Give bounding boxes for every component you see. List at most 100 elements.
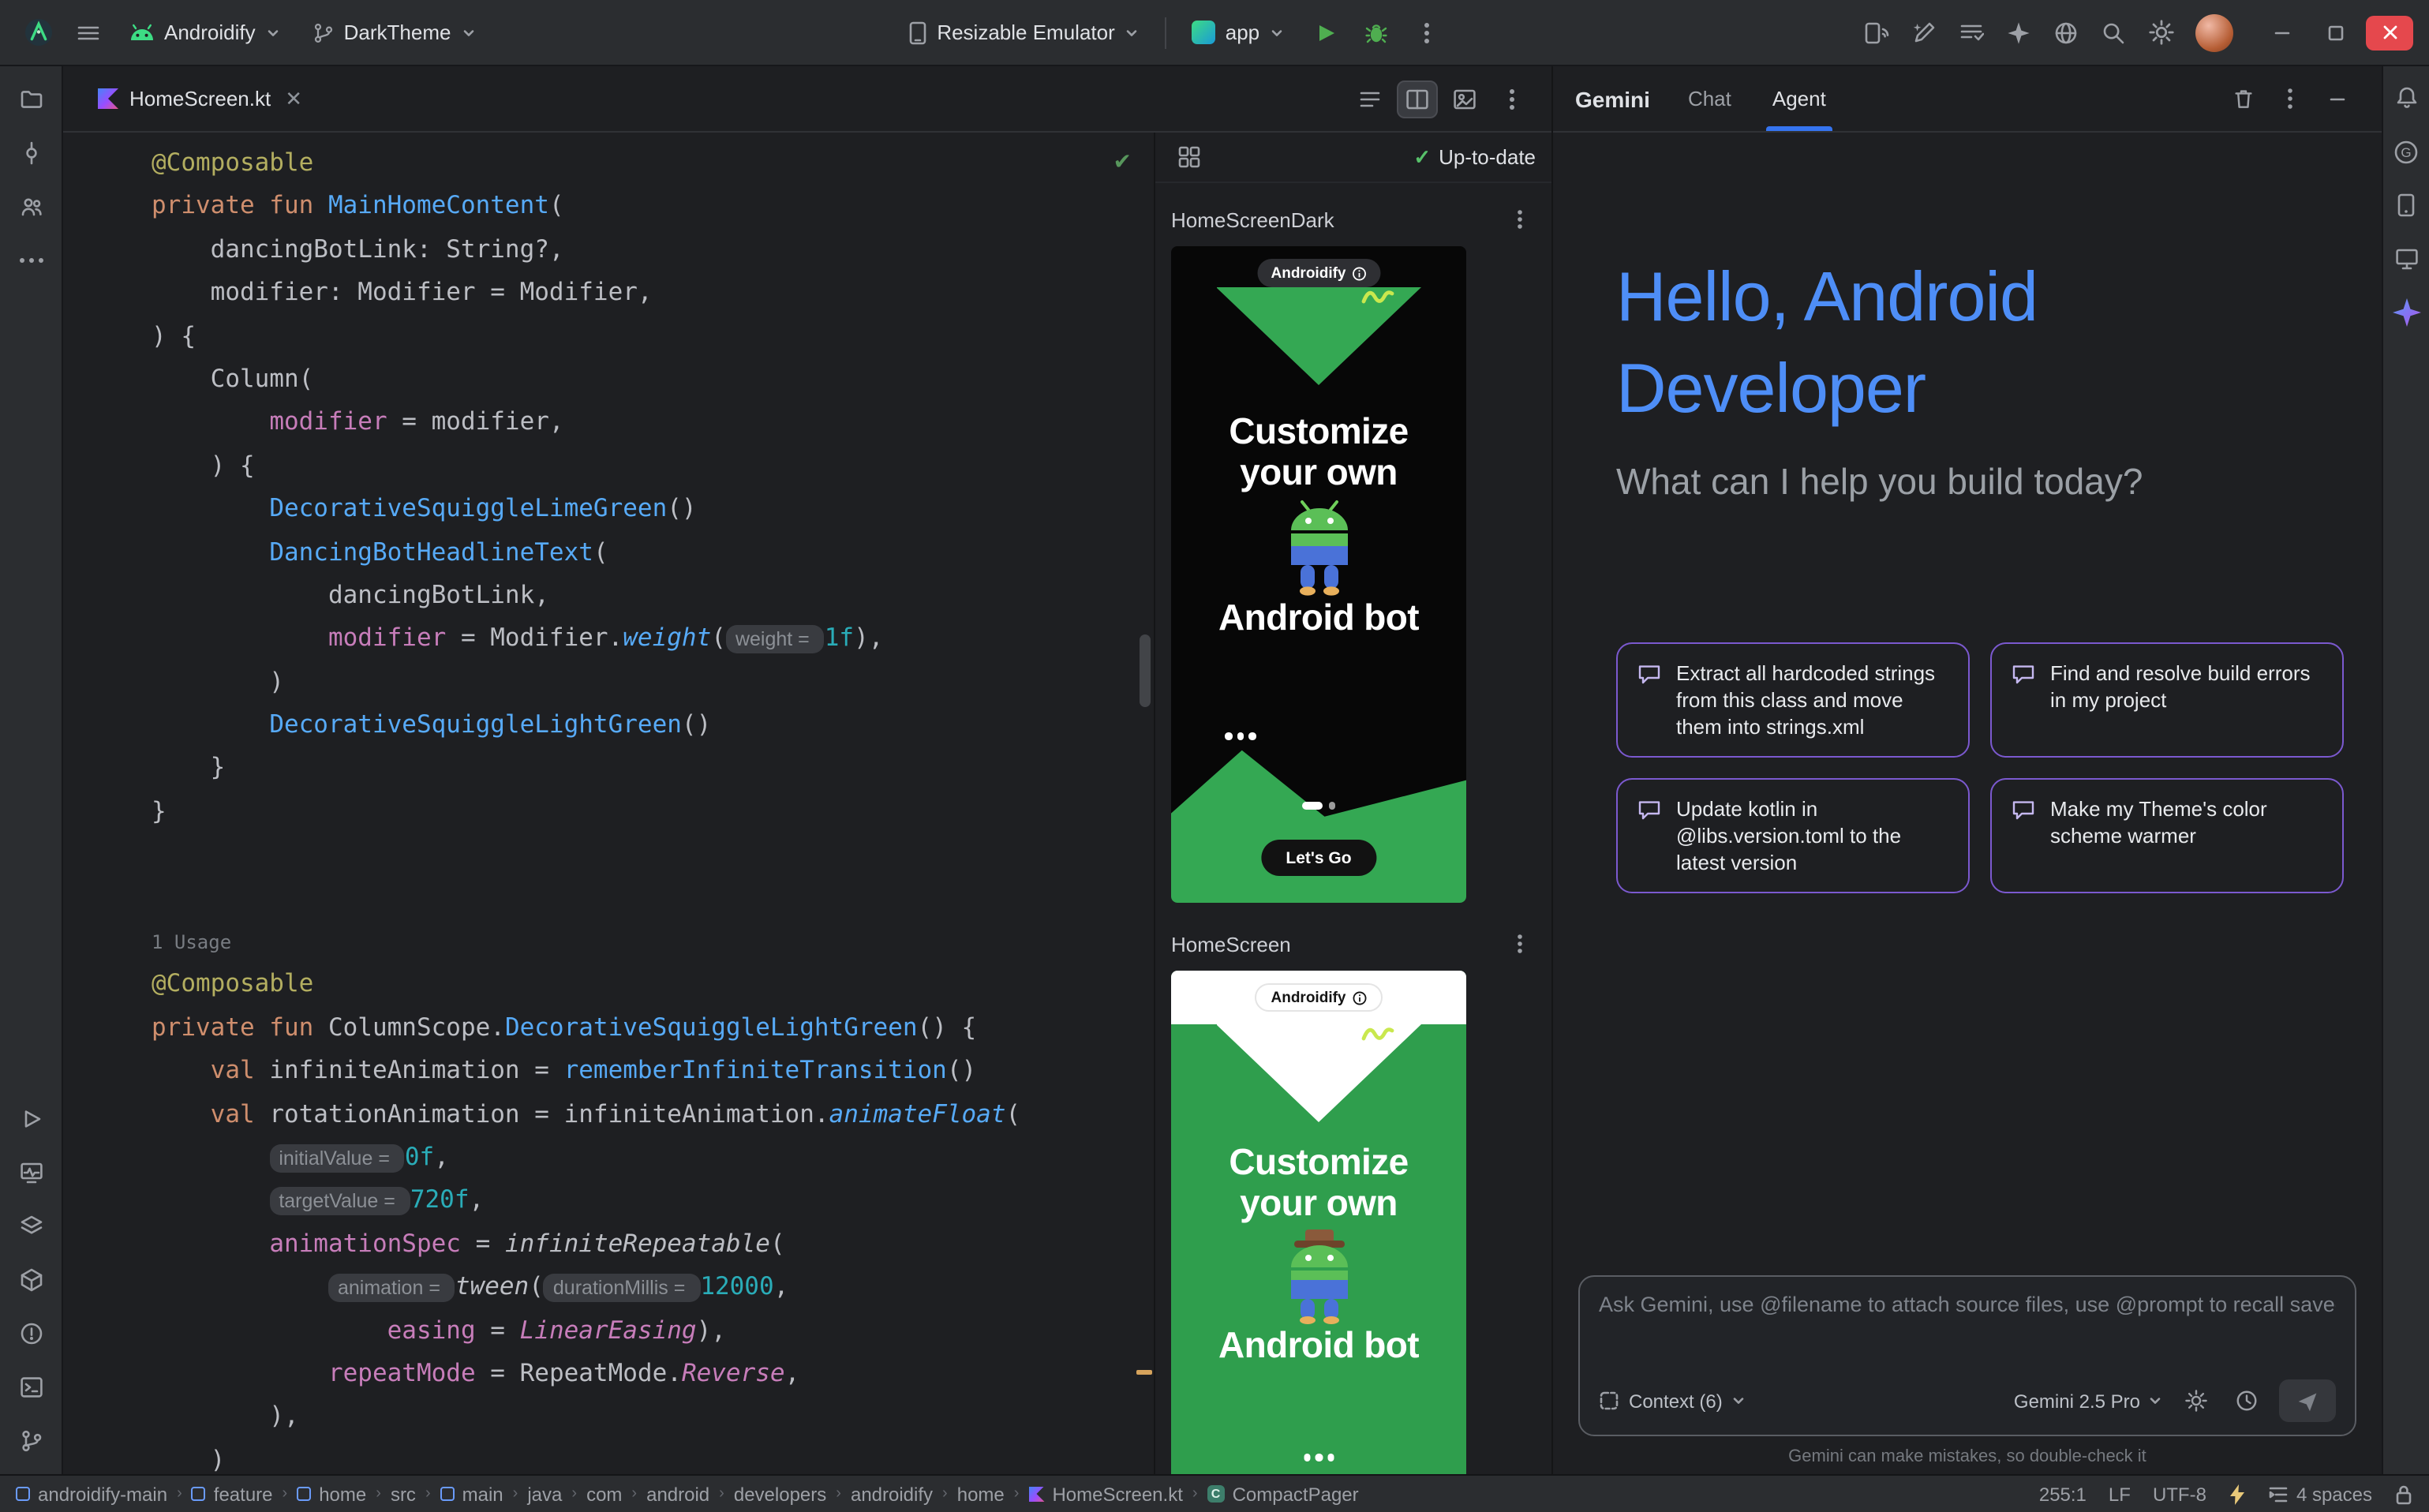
profiler-tool-button[interactable] <box>10 1152 51 1193</box>
network-resources-button[interactable] <box>2044 10 2088 54</box>
vcs-tool-button[interactable] <box>10 1420 51 1461</box>
code-line[interactable]: modifier = modifier, <box>152 402 1132 445</box>
code-line[interactable]: @Composable <box>152 142 1132 185</box>
preview-scroll-area[interactable]: HomeScreenDark Androidify Customize <box>1155 183 1551 1474</box>
commit-tool-button[interactable] <box>10 133 51 174</box>
code-line[interactable]: repeatMode = RepeatMode.Reverse, <box>152 1353 1132 1396</box>
code-line[interactable] <box>152 834 1132 878</box>
panel-options-button[interactable] <box>2268 77 2312 121</box>
code-line[interactable]: val infiniteAnimation = rememberInfinite… <box>152 1050 1132 1093</box>
suggestion-card[interactable]: Extract all hardcoded strings from this … <box>1616 642 1970 758</box>
gemini-toolbar-button[interactable] <box>1997 10 2041 54</box>
code-line[interactable]: DancingBotHeadlineText( <box>152 531 1132 574</box>
code-view-button[interactable] <box>1349 80 1390 118</box>
model-selector[interactable]: Gemini 2.5 Pro <box>2014 1390 2162 1412</box>
close-button[interactable] <box>2366 15 2413 50</box>
code-line[interactable]: } <box>152 747 1132 791</box>
code-line[interactable]: val rotationAnimation = infiniteAnimatio… <box>152 1093 1132 1136</box>
code-line[interactable]: ) <box>152 661 1132 704</box>
code-line[interactable]: ), <box>152 1396 1132 1439</box>
device-manager-button[interactable] <box>2387 186 2425 224</box>
notifications-button[interactable] <box>2387 79 2425 117</box>
suggestion-card[interactable]: Make my Theme's color scheme warmer <box>1990 778 2344 893</box>
code-line[interactable]: initialValue = 0f, <box>152 1136 1132 1180</box>
ai-code-actions-button[interactable] <box>1902 10 1946 54</box>
branch-selector[interactable]: DarkTheme <box>300 10 489 54</box>
tab-chat[interactable]: Chat <box>1682 66 1738 131</box>
code-editor[interactable]: @Composableprivate fun MainHomeContent( … <box>63 133 1154 1474</box>
collaboration-tool-button[interactable] <box>10 186 51 227</box>
breadcrumb-item[interactable]: home <box>957 1483 1005 1505</box>
inspection-ok-icon[interactable]: ✔ <box>1113 148 1132 175</box>
preview-homescreen[interactable]: Androidify Customize your own <box>1171 971 1466 1474</box>
preview-menu-icon[interactable] <box>1504 204 1536 235</box>
maximize-button[interactable] <box>2312 15 2360 50</box>
gemini-toolwindow-button[interactable] <box>2387 294 2425 331</box>
code-line[interactable]: animation = tween(durationMillis = 12000… <box>152 1266 1132 1309</box>
gemini-settings-button[interactable] <box>2178 1383 2213 1418</box>
breadcrumb-item[interactable]: java <box>527 1483 562 1505</box>
code-line[interactable]: ) { <box>152 444 1132 488</box>
running-devices-button[interactable] <box>2387 240 2425 278</box>
design-view-button[interactable] <box>1444 80 1485 118</box>
breadcrumb-item[interactable]: androidify <box>851 1483 933 1505</box>
terminal-tool-button[interactable] <box>10 1367 51 1408</box>
breadcrumb-item[interactable]: com <box>586 1483 622 1505</box>
preview-build-status[interactable]: ✓ Up-to-date <box>1413 144 1536 170</box>
context-selector[interactable]: Context (6) <box>1599 1390 1746 1412</box>
code-line[interactable]: 1 Usage <box>152 920 1132 964</box>
user-avatar[interactable] <box>2195 13 2233 51</box>
project-selector[interactable]: Androidify <box>117 10 294 54</box>
code-line[interactable]: ) { <box>152 315 1132 358</box>
code-line[interactable]: modifier: Modifier = Modifier, <box>152 271 1132 315</box>
project-tool-button[interactable] <box>10 79 51 120</box>
tab-agent[interactable]: Agent <box>1766 66 1832 131</box>
suggestion-card[interactable]: Update kotlin in @libs.version.toml to t… <box>1616 778 1970 893</box>
editor-options-button[interactable] <box>1491 80 1533 118</box>
gemini-prompt-input[interactable] <box>1599 1293 2336 1316</box>
power-save-toggle[interactable] <box>2229 1483 2246 1505</box>
code-line[interactable]: } <box>152 791 1132 834</box>
tab-homescreen-kt[interactable]: HomeScreen.kt ✕ <box>88 66 312 131</box>
hide-panel-button[interactable] <box>2315 77 2360 121</box>
breadcrumb-item[interactable]: feature <box>192 1483 273 1505</box>
code-line[interactable]: DecorativeSquiggleLimeGreen() <box>152 488 1132 531</box>
editor-scrollbar[interactable] <box>1140 634 1151 707</box>
preview-layout-button[interactable] <box>1171 140 1206 174</box>
code-line[interactable]: private fun ColumnScope.DecorativeSquigg… <box>152 1007 1132 1050</box>
breadcrumb-item[interactable]: CCompactPager <box>1207 1483 1359 1505</box>
split-view-button[interactable] <box>1397 80 1438 118</box>
code-line[interactable]: @Composable <box>152 964 1132 1007</box>
breadcrumb-item[interactable]: home <box>297 1483 366 1505</box>
code-line[interactable]: ) <box>152 1439 1132 1474</box>
build-tool-button[interactable] <box>10 1259 51 1301</box>
code-line[interactable]: modifier = Modifier.weight(weight = 1f), <box>152 618 1132 661</box>
code-line[interactable]: DecorativeSquiggleLightGreen() <box>152 704 1132 747</box>
code-line[interactable]: private fun MainHomeContent( <box>152 185 1132 229</box>
code-line[interactable]: dancingBotLink: String?, <box>152 229 1132 272</box>
code-line[interactable]: targetValue = 720f, <box>152 1180 1132 1223</box>
run-configuration-selector[interactable]: app <box>1180 10 1297 54</box>
clear-chat-button[interactable] <box>2221 77 2265 121</box>
suggestion-card[interactable]: Find and resolve build errors in my proj… <box>1990 642 2344 758</box>
task-queue-button[interactable] <box>1949 10 1993 54</box>
code-line[interactable]: animationSpec = infiniteRepeatable( <box>152 1223 1132 1267</box>
send-button[interactable] <box>2279 1379 2336 1422</box>
lets-go-button[interactable]: Let's Go <box>1260 840 1376 876</box>
run-more-options-button[interactable] <box>1405 10 1449 54</box>
indent-setting[interactable]: 4 spaces <box>2268 1483 2372 1505</box>
code-content[interactable]: @Composableprivate fun MainHomeContent( … <box>63 133 1154 1474</box>
readonly-toggle[interactable] <box>2394 1483 2413 1505</box>
code-line[interactable]: easing = LinearEasing), <box>152 1309 1132 1353</box>
preview-homescreendark[interactable]: Androidify Customize your own <box>1171 246 1466 903</box>
breadcrumb-item[interactable]: src <box>391 1483 416 1505</box>
minimize-button[interactable] <box>2259 15 2306 50</box>
code-line[interactable]: Column( <box>152 358 1132 402</box>
breadcrumb-item[interactable]: main <box>440 1483 503 1505</box>
line-separator[interactable]: LF <box>2109 1483 2131 1505</box>
main-menu-button[interactable] <box>66 10 110 54</box>
breadcrumb-item[interactable]: androidify-main <box>16 1483 167 1505</box>
breadcrumb-item[interactable]: android <box>646 1483 709 1505</box>
code-line[interactable]: dancingBotLink, <box>152 574 1132 618</box>
code-line[interactable] <box>152 877 1132 920</box>
